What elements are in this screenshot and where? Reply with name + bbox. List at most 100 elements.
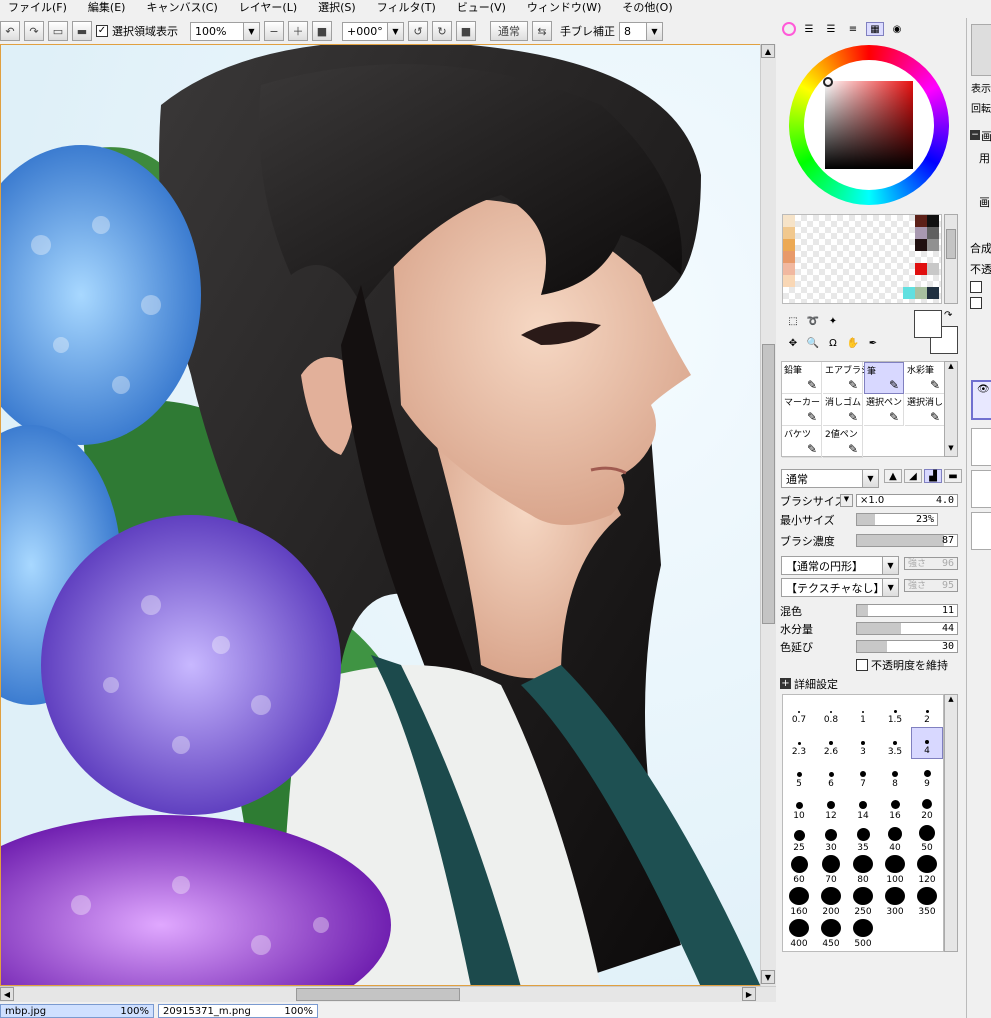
- rect-select-icon[interactable]: ⬚: [784, 314, 802, 328]
- brush-tool-button[interactable]: 2値ペン ✎: [823, 426, 863, 458]
- edge-flat-icon[interactable]: ▬: [944, 469, 962, 483]
- palette-swatch[interactable]: [915, 227, 927, 239]
- scroll-down-icon[interactable]: ▼: [945, 444, 957, 456]
- zoom-tool-icon[interactable]: 🔍: [804, 336, 822, 350]
- edge-hard-icon[interactable]: ▲: [884, 469, 902, 483]
- brush-tool-button[interactable]: 選択ペン ✎: [864, 394, 904, 426]
- hand-icon[interactable]: ✋: [844, 336, 862, 350]
- size-multiplier-dropdown[interactable]: ▼: [840, 494, 853, 507]
- palette-swatch[interactable]: [783, 227, 795, 239]
- flip-icon[interactable]: ⇆: [532, 21, 552, 41]
- texture-select[interactable]: 【テクスチャなし】 ▼: [781, 578, 899, 597]
- hue-marker[interactable]: [823, 77, 833, 87]
- brush-size-preset[interactable]: 80: [847, 855, 879, 887]
- brush-size-preset[interactable]: 3: [847, 727, 879, 759]
- brush-size-preset[interactable]: 100: [879, 855, 911, 887]
- brush-size-preset[interactable]: 14: [847, 791, 879, 823]
- palette-scroll-thumb[interactable]: [946, 229, 956, 259]
- lasso-icon[interactable]: ➰: [804, 314, 822, 328]
- stabilizer-select[interactable]: 8 ▼: [619, 21, 663, 41]
- palette-swatch[interactable]: [927, 227, 939, 239]
- brush-size-preset[interactable]: 120: [911, 855, 943, 887]
- menu-select[interactable]: 選択(S): [310, 0, 356, 15]
- magic-wand-icon[interactable]: ✦: [824, 314, 842, 328]
- brush-size-preset[interactable]: 350: [911, 887, 943, 919]
- palette-swatch[interactable]: [915, 287, 927, 299]
- rotate-right-icon[interactable]: ↻: [432, 21, 452, 41]
- brush-size-preset[interactable]: 8: [879, 759, 911, 791]
- palette-swatch[interactable]: [927, 215, 939, 227]
- brush-size-preset[interactable]: 25: [783, 823, 815, 855]
- water-slider[interactable]: 44: [856, 622, 958, 635]
- edge-medium-icon[interactable]: ▟: [924, 469, 942, 483]
- brush-size-preset[interactable]: 3.5: [879, 727, 911, 759]
- palette-swatch[interactable]: [783, 239, 795, 251]
- brush-tool-button[interactable]: 消しゴム ✎: [823, 394, 863, 426]
- vertical-scrollbar[interactable]: ▲ ▼: [760, 44, 776, 986]
- move-icon[interactable]: ✥: [784, 336, 802, 350]
- brush-size-preset[interactable]: 1: [847, 695, 879, 727]
- brush-size-preset[interactable]: 40: [879, 823, 911, 855]
- zoom-reset-icon[interactable]: ■: [312, 21, 332, 41]
- hsv-slider-mode-icon[interactable]: ☰: [822, 22, 840, 36]
- brush-size-preset[interactable]: 0.8: [815, 695, 847, 727]
- foreground-color-swatch[interactable]: [914, 310, 942, 338]
- brush-size-preset[interactable]: 9: [911, 759, 943, 791]
- brush-size-preset[interactable]: 450: [815, 919, 847, 951]
- brush-tool-button[interactable]: 鉛筆 ✎: [782, 362, 822, 394]
- rgb-slider-mode-icon[interactable]: ☰: [800, 22, 818, 36]
- keep-opacity-checkbox[interactable]: [856, 658, 868, 671]
- protect-checkbox[interactable]: [970, 281, 982, 293]
- expand-plus-icon[interactable]: +: [780, 678, 791, 689]
- palette-swatch[interactable]: [903, 287, 915, 299]
- brush-grid-scrollbar[interactable]: ▲ ▼: [944, 361, 958, 457]
- brush-tool-button[interactable]: バケツ ✎: [782, 426, 822, 458]
- brush-size-preset[interactable]: 6: [815, 759, 847, 791]
- brush-size-preset[interactable]: 160: [783, 887, 815, 919]
- brush-shape-select[interactable]: 【通常の円形】 ▼: [781, 556, 899, 575]
- color-wheel-mode-icon[interactable]: [782, 22, 796, 36]
- brush-tool-button[interactable]: 筆 ✎: [864, 362, 904, 394]
- document-tab[interactable]: mbp.jpg 100%: [0, 1004, 154, 1018]
- horizontal-scroll-thumb[interactable]: [296, 988, 460, 1001]
- brush-size-preset[interactable]: 200: [815, 887, 847, 919]
- scroll-up-icon[interactable]: ▲: [945, 362, 957, 374]
- saturation-value-square[interactable]: [825, 81, 913, 169]
- scroll-right-icon[interactable]: ▶: [742, 987, 756, 1001]
- menu-filter[interactable]: フィルタ(T): [369, 0, 436, 15]
- scroll-left-icon[interactable]: ◀: [0, 987, 14, 1001]
- brush-size-preset[interactable]: 500: [847, 919, 879, 951]
- palette-swatch[interactable]: [915, 263, 927, 275]
- rotate-tool-icon[interactable]: Ω: [824, 336, 842, 350]
- rotation-select[interactable]: +000° ▼: [342, 21, 404, 41]
- palette-scrollbar[interactable]: [944, 214, 958, 304]
- palette-swatch[interactable]: [783, 215, 795, 227]
- selection-display-checkbox[interactable]: ✓: [96, 25, 108, 37]
- palette-swatch[interactable]: [915, 239, 927, 251]
- palette-swatch[interactable]: [783, 251, 795, 263]
- density-slider[interactable]: 87: [856, 534, 958, 547]
- brush-size-preset[interactable]: 16: [879, 791, 911, 823]
- blend-slider[interactable]: 11: [856, 604, 958, 617]
- eye-icon[interactable]: 👁: [977, 384, 990, 395]
- edge-soft-icon[interactable]: ◢: [904, 469, 922, 483]
- menu-canvas[interactable]: キャンバス(C): [138, 0, 217, 15]
- menu-other[interactable]: その他(O): [614, 0, 672, 15]
- undo-icon[interactable]: ↶: [0, 21, 20, 41]
- brush-size-preset[interactable]: 7: [847, 759, 879, 791]
- palette-swatch[interactable]: [927, 287, 939, 299]
- eyedropper-icon[interactable]: ✒: [864, 336, 882, 350]
- horizontal-scrollbar[interactable]: ◀ ▶: [0, 986, 776, 1002]
- brush-size-preset[interactable]: 2: [911, 695, 943, 727]
- brush-size-preset[interactable]: 10: [783, 791, 815, 823]
- brush-size-preset[interactable]: 60: [783, 855, 815, 887]
- brush-size-preset[interactable]: 30: [815, 823, 847, 855]
- brush-size-preset[interactable]: 250: [847, 887, 879, 919]
- collapse-minus-icon[interactable]: −: [970, 130, 980, 140]
- advanced-settings-row[interactable]: + 詳細設定: [780, 676, 964, 691]
- zoom-in-icon[interactable]: ＋: [288, 21, 308, 41]
- brush-tool-button[interactable]: 水彩筆 ✎: [905, 362, 945, 394]
- menu-window[interactable]: ウィンドウ(W): [519, 0, 601, 15]
- brush-size-preset[interactable]: 70: [815, 855, 847, 887]
- brush-size-preset[interactable]: 0.7: [783, 695, 815, 727]
